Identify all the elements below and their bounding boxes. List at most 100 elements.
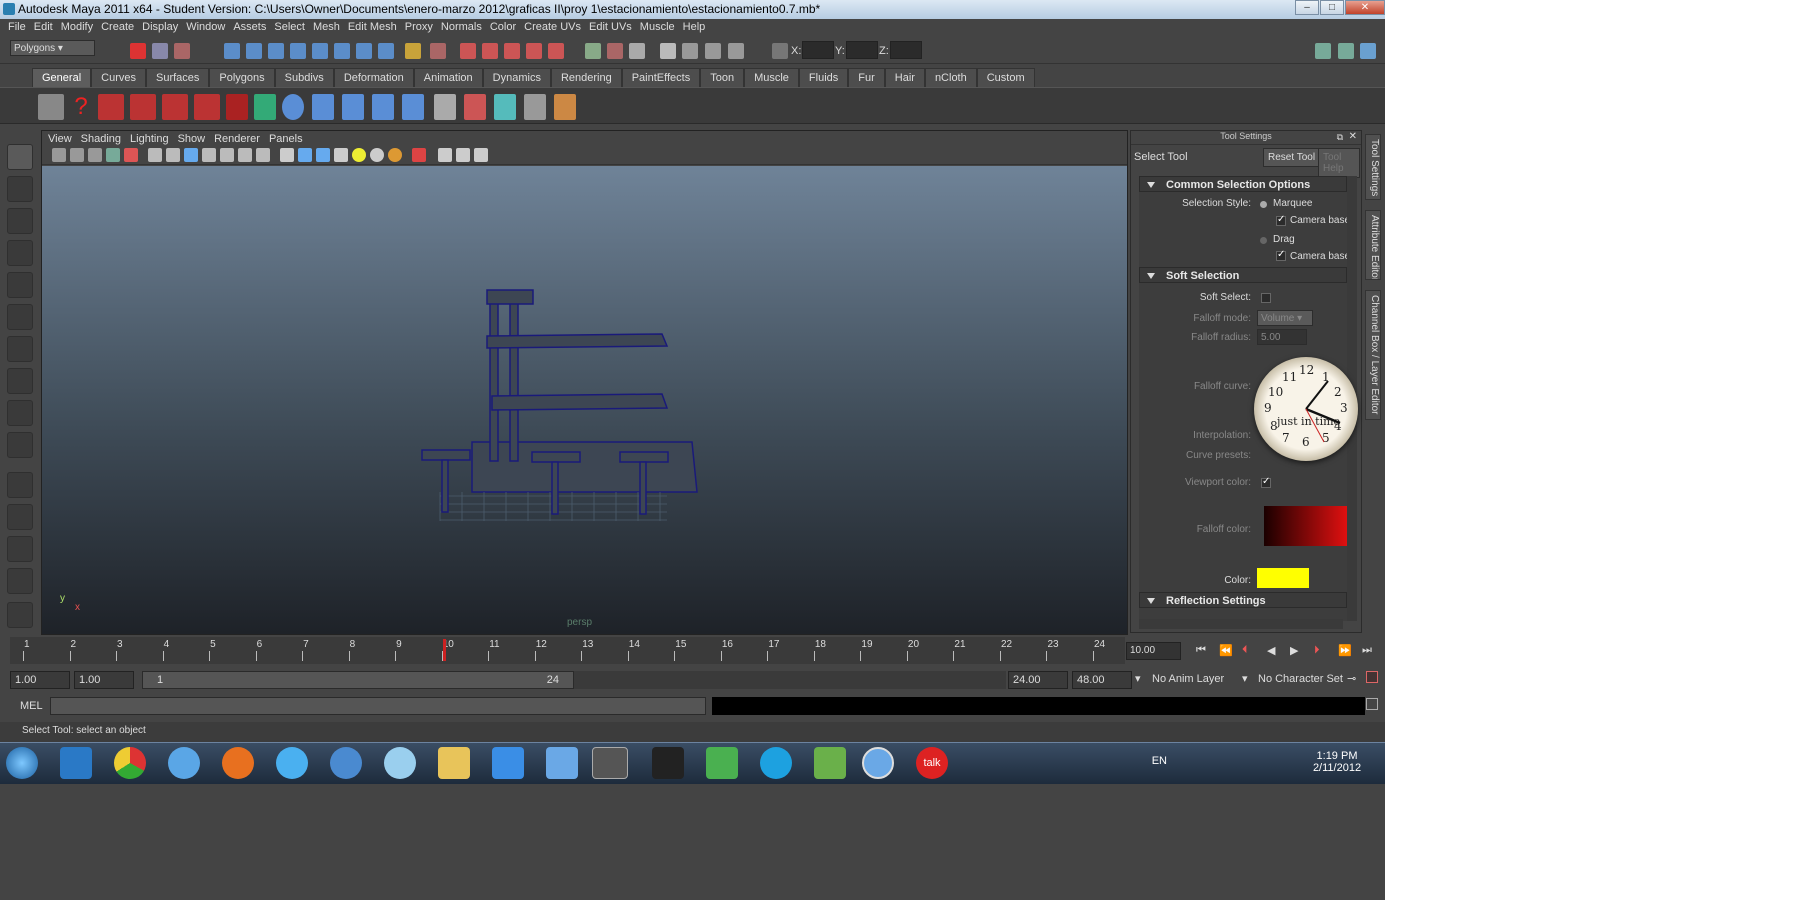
tab-tool-settings[interactable]: Tool Settings [1365,134,1381,200]
playback-start-field[interactable]: 1.00 [74,671,134,689]
rotate-tool-icon[interactable] [7,272,33,298]
y-field[interactable] [846,41,878,59]
desktop-clock-gadget[interactable]: 12 1 2 3 4 5 6 7 8 9 10 11 just in time [1254,357,1358,461]
gtalk-icon[interactable]: talk [916,747,948,779]
menu-color[interactable]: Color [488,19,522,37]
menu-edit-uvs[interactable]: Edit UVs [587,19,638,37]
ipr-render-icon[interactable] [482,43,498,59]
snap-view-icon[interactable] [290,43,306,59]
menu-edit[interactable]: Edit [32,19,59,37]
safari-icon[interactable] [168,747,200,779]
chrome-icon[interactable] [114,747,146,779]
shelf-tab-custom[interactable]: Custom [976,68,1035,87]
falloff-color-ramp[interactable] [1264,506,1347,546]
top-roof[interactable] [486,289,534,305]
shelf-tab-painteffects[interactable]: PaintEffects [621,68,701,87]
shelf-tab-hair[interactable]: Hair [884,68,925,87]
graph-layout-icon[interactable] [7,568,33,594]
explorer-icon[interactable] [438,747,470,779]
menu-create[interactable]: Create [99,19,140,37]
paint-select-tool-icon[interactable] [7,208,33,234]
char-set-label[interactable]: No Character Set [1258,673,1343,685]
leg-2[interactable] [551,461,559,515]
brush-icon[interactable] [554,94,576,120]
question-icon[interactable] [378,43,394,59]
level-2-deck[interactable] [486,333,669,349]
wireframe-icon[interactable] [280,148,294,162]
shelf-tab-animation[interactable]: Animation [413,68,483,87]
current-time-field[interactable]: 10.00 [1126,642,1181,660]
shelf-tab-curves[interactable]: Curves [91,68,146,87]
skype-icon[interactable] [760,747,792,779]
snap-live-icon[interactable] [334,43,350,59]
panel-menu-renderer[interactable]: Renderer [214,131,269,147]
tool-settings-hscrollbar[interactable] [1139,619,1343,629]
transform-icon[interactable] [772,43,788,59]
taskbar-clock[interactable]: 1:19 PM 2/11/2012 [1297,750,1377,774]
close-button[interactable]: ✕ [1345,0,1385,15]
command-input[interactable] [50,697,706,715]
layer-icon[interactable] [434,94,456,120]
shadows-icon[interactable] [370,148,384,162]
film-gate-icon[interactable] [166,148,180,162]
image-plane-icon[interactable] [106,148,120,162]
textured-icon[interactable] [334,148,348,162]
select-tool-icon[interactable] [7,144,33,170]
ie-icon[interactable] [276,747,308,779]
snap-point-icon[interactable] [268,43,284,59]
play-backwards-icon[interactable]: ◀ [1267,644,1275,657]
go-to-end-icon[interactable]: ⏭ [1362,644,1372,657]
start-button-icon[interactable] [6,747,38,779]
outliner-layout-icon[interactable] [7,536,33,562]
anim-layer-label[interactable]: No Anim Layer [1152,673,1224,685]
time-slider[interactable]: 1 2 3 4 5 6 7 8 9 10 11 12 13 14 15 16 17 18 19 20 21 22 23 24 [10,637,1125,664]
shelf-tab-dynamics[interactable]: Dynamics [482,68,551,87]
language-indicator[interactable]: EN [1152,755,1167,767]
hw-render-icon[interactable] [388,148,402,162]
soft-selection-section[interactable]: Soft Selection [1139,267,1347,283]
panel-menu-view[interactable]: View [48,131,81,147]
field-chart-icon[interactable] [220,148,234,162]
film-icon[interactable] [38,94,64,120]
end-time-field[interactable]: 48.00 [1072,671,1132,689]
step-back-key-icon[interactable]: ⏪ [1219,644,1233,657]
panel-menu-show[interactable]: Show [178,131,215,147]
menu-help[interactable]: Help [681,19,712,37]
snap-surface-icon[interactable] [312,43,328,59]
shelf-tab-polygons[interactable]: Polygons [209,68,275,87]
joint-icon-1[interactable] [312,94,334,120]
marquee-radio[interactable] [1260,201,1267,208]
home-icon[interactable] [706,747,738,779]
sphere-icon[interactable] [282,94,304,120]
xray-joints-icon[interactable] [456,148,470,162]
range-slider-track[interactable] [574,671,1006,689]
cubes-icon[interactable] [524,94,546,120]
camera-based-checkbox-2[interactable] [1276,249,1286,261]
compass-icon[interactable] [862,747,894,779]
menu-display[interactable]: Display [140,19,184,37]
select-component-icon[interactable] [174,43,190,59]
graph-icon[interactable] [607,43,623,59]
safe-action-icon[interactable] [238,148,252,162]
shelf-tab-general[interactable]: General [32,68,92,87]
snowflake-app-icon[interactable] [384,747,416,779]
common-selection-section[interactable]: Common Selection Options [1139,176,1347,192]
camera-based-checkbox[interactable] [1276,214,1286,226]
parking-structure-model[interactable] [42,166,1127,634]
reset-tool-button[interactable]: Reset Tool [1263,148,1321,167]
help-question-icon[interactable]: ? [70,94,92,120]
char-set-dropdown-icon[interactable]: ▾ [1242,672,1248,685]
step-forward-frame-icon[interactable]: ⏵ [1314,644,1320,657]
panel-layout-icon[interactable] [629,43,645,59]
snap-grid-icon[interactable] [224,43,240,59]
shelf-tab-fur[interactable]: Fur [848,68,885,87]
menu-proxy[interactable]: Proxy [403,19,439,37]
drag-radio[interactable] [1260,237,1267,244]
shelf-tab-rendering[interactable]: Rendering [550,68,622,87]
outliner-icon[interactable] [585,43,601,59]
menu-modify[interactable]: Modify [59,19,99,37]
isolate-select-icon[interactable] [412,148,426,162]
range-slider[interactable]: 1 24 [142,671,574,689]
playback-end-field[interactable]: 24.00 [1008,671,1068,689]
grease-pencil-icon[interactable] [124,148,138,162]
